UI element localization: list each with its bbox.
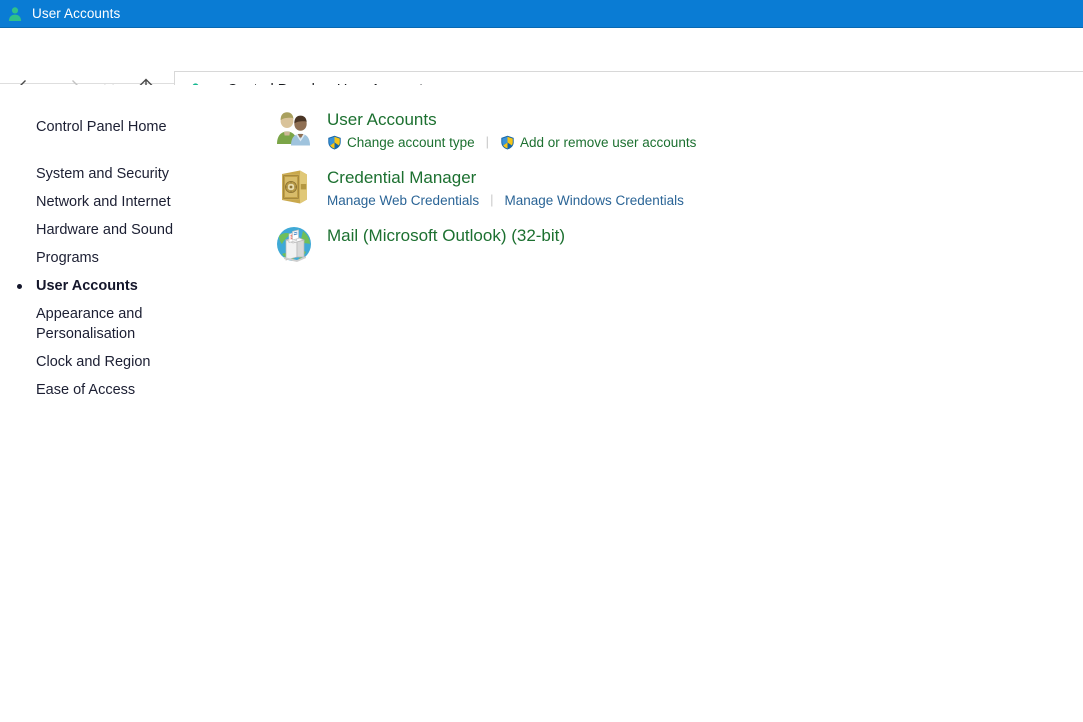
link-separator: | [475,134,500,150]
link-manage-windows-credentials[interactable]: Manage Windows Credentials [504,193,683,208]
category-user-accounts: User Accounts Change account type [272,108,1083,152]
link-add-or-remove-user-accounts[interactable]: Add or remove user accounts [500,135,696,150]
user-account-icon [6,5,24,23]
category-title-user-accounts[interactable]: User Accounts [327,109,696,131]
sidebar-item-ease-of-access[interactable]: Ease of Access [0,376,215,404]
category-text-block: User Accounts Change account type [327,108,696,150]
sidebar-item-clock-and-region[interactable]: Clock and Region [0,348,215,376]
category-mail: Mail (Microsoft Outlook) (32-bit) [272,224,1083,268]
sidebar-item-hardware-and-sound[interactable]: Hardware and Sound [0,216,215,244]
link-label: Manage Web Credentials [327,193,479,208]
credential-vault-icon[interactable] [272,166,316,210]
sidebar-item-user-accounts[interactable]: User Accounts [0,272,215,300]
user-accounts-people-icon[interactable] [272,108,316,152]
link-label: Add or remove user accounts [520,135,696,150]
category-credential-manager: Credential Manager Manage Web Credential… [272,166,1083,210]
sidebar-item-label: User Accounts [36,278,138,294]
category-text-block: Mail (Microsoft Outlook) (32-bit) [327,224,565,247]
link-change-account-type[interactable]: Change account type [327,135,475,150]
sidebar: Control Panel Home System and Security N… [0,85,255,722]
link-separator: | [479,192,504,208]
sidebar-item-control-panel-home[interactable]: Control Panel Home [0,113,215,141]
window-title: User Accounts [32,6,120,21]
category-text-block: Credential Manager Manage Web Credential… [327,166,684,208]
category-links: Manage Web Credentials | Manage Windows … [327,192,684,208]
current-item-bullet-icon [17,284,22,289]
link-label: Change account type [347,135,475,150]
navigation-bar: › Control Panel › User Accounts › [0,29,1083,84]
uac-shield-icon [327,135,342,150]
category-links: Change account type | Add or remove user [327,134,696,150]
link-manage-web-credentials[interactable]: Manage Web Credentials [327,193,479,208]
category-title-mail[interactable]: Mail (Microsoft Outlook) (32-bit) [327,225,565,247]
category-title-credential-manager[interactable]: Credential Manager [327,167,684,189]
window-title-bar: User Accounts [0,0,1083,28]
link-label: Manage Windows Credentials [504,193,683,208]
sidebar-item-appearance-and-personalisation[interactable]: Appearance and Personalisation [0,300,215,348]
uac-shield-icon [500,135,515,150]
sidebar-item-network-and-internet[interactable]: Network and Internet [0,188,215,216]
sidebar-item-programs[interactable]: Programs [0,244,215,272]
mail-globe-icon[interactable] [272,224,316,268]
sidebar-item-system-and-security[interactable]: System and Security [0,160,215,188]
content-pane: User Accounts Change account type [255,85,1083,722]
